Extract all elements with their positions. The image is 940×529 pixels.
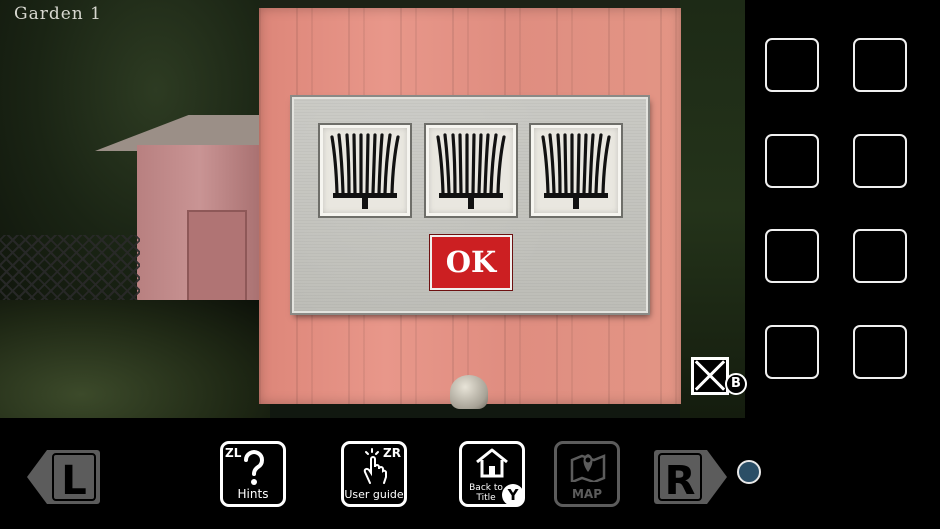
- inventory-slot[interactable]: [853, 134, 907, 188]
- close-view-button[interactable]: B: [688, 355, 750, 399]
- hints-label: Hints: [237, 487, 269, 501]
- zl-badge: ZL: [225, 446, 242, 460]
- foreground-bushes: [0, 300, 270, 418]
- inventory-slot[interactable]: [765, 229, 819, 283]
- title-label: Title: [476, 493, 496, 503]
- bottom-toolbar: L ZL Hints ZR User guide Back to Title Y: [0, 418, 940, 529]
- question-mark-icon: [244, 450, 264, 485]
- l-scroll-left-button[interactable]: L: [25, 448, 101, 506]
- home-icon: [476, 448, 508, 478]
- inventory-slot[interactable]: [853, 325, 907, 379]
- r-scroll-right-button[interactable]: R: [653, 448, 729, 506]
- back-to-label: Back to: [469, 483, 503, 493]
- inventory-slot[interactable]: [765, 325, 819, 379]
- rake-icon: [436, 133, 506, 209]
- map-label: MAP: [571, 487, 603, 501]
- lock-plate: OK: [292, 97, 648, 313]
- b-button-badge: B: [725, 373, 747, 395]
- inventory-slot[interactable]: [765, 134, 819, 188]
- back-to-title-label: Back to Title: [465, 483, 507, 503]
- rake-slot-2[interactable]: [424, 123, 518, 218]
- wire-fence: [0, 235, 140, 305]
- rake-slot-3[interactable]: [529, 123, 623, 218]
- hints-button[interactable]: ZL Hints: [220, 441, 286, 507]
- rake-icon: [541, 133, 611, 209]
- inventory-slot[interactable]: [765, 38, 819, 92]
- rake-slot-1[interactable]: [318, 123, 412, 218]
- user-guide-button[interactable]: ZR User guide: [341, 441, 407, 507]
- tap-hand-icon: [363, 448, 387, 484]
- user-guide-label: User guide: [344, 488, 404, 501]
- back-to-title-button[interactable]: Back to Title Y: [459, 441, 525, 507]
- close-icon: [691, 357, 729, 395]
- rake-icon: [330, 133, 400, 209]
- l-label: L: [61, 458, 87, 504]
- inventory-slot[interactable]: [853, 38, 907, 92]
- page-indicator-dot: [737, 460, 761, 484]
- door-knob[interactable]: [450, 375, 488, 409]
- ok-button[interactable]: OK: [430, 235, 512, 290]
- inventory-slot[interactable]: [853, 229, 907, 283]
- scene-title: Garden 1: [14, 4, 102, 24]
- y-button-badge: Y: [502, 484, 524, 506]
- map-button[interactable]: MAP: [554, 441, 620, 507]
- inventory-panel: [745, 0, 940, 418]
- r-label: R: [665, 458, 696, 504]
- map-pin-icon: [570, 454, 606, 482]
